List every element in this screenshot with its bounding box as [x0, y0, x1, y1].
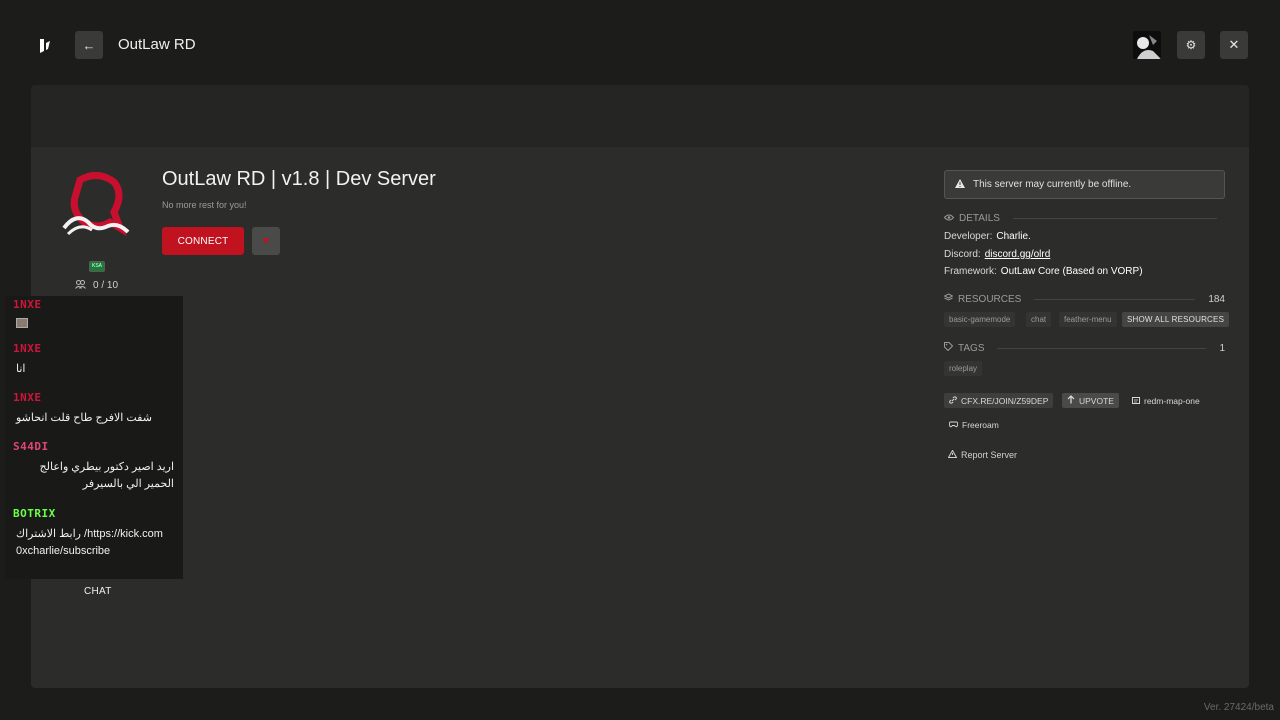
resources-heading-label: RESOURCES [958, 293, 1022, 305]
details-heading: DETAILS [943, 213, 1225, 224]
developer-label: Developer: [944, 231, 993, 242]
version-text: Ver. 27424/beta [1203, 702, 1274, 713]
chat-label: CHAT [84, 586, 112, 597]
tags-heading-label: TAGS [958, 342, 985, 354]
developer-value: Charlie. [996, 231, 1031, 242]
show-all-resources-button[interactable]: SHOW ALL RESOURCES [1122, 312, 1230, 327]
discord-label: Discord: [944, 249, 981, 260]
tag-chip[interactable]: roleplay [944, 361, 983, 376]
chat-message: انا [16, 363, 26, 375]
back-arrow-icon: ← [82, 37, 96, 53]
chat-message: اريد اصير دكتور بيطري واعالج الحمير الي … [39, 461, 174, 490]
chat-username: 1NXE [13, 342, 42, 355]
divider [997, 347, 1207, 349]
resources-heading: RESOURCES 184 [943, 293, 1225, 305]
gametype-chip: Freeroam [944, 417, 1004, 432]
chat-username: 1NXE [13, 298, 42, 311]
discord-link[interactable]: discord.gg/olrd [985, 249, 1051, 260]
favorite-button[interactable]: ♥ [252, 227, 280, 255]
chat-message: شفت الافرج طاح قلت انحاشو [16, 412, 152, 424]
upvote-label: UPVOTE [1079, 395, 1114, 406]
layers-icon [943, 293, 954, 305]
resource-chip: feather-menu [1059, 312, 1117, 327]
map-label: redm-map-one [1144, 395, 1200, 406]
warning-icon [947, 449, 958, 460]
framework-label: Framework: [944, 266, 997, 277]
map-icon [1132, 396, 1140, 406]
chat-username: BOTRIX [13, 507, 56, 520]
server-banner [31, 85, 1249, 147]
player-count-value: 0 / 10 [93, 280, 119, 291]
back-button[interactable]: ← [75, 31, 103, 59]
framework-row: Framework: OutLaw Core (Based on VORP) [944, 266, 1143, 277]
tag-icon [944, 342, 954, 354]
report-server-label: Report Server [961, 450, 1018, 460]
users-icon [75, 280, 86, 291]
settings-button[interactable]: ⚙ [1177, 31, 1205, 59]
offline-text: This server may currently be offline. [973, 179, 1132, 190]
discord-row: Discord: discord.gg/olrd [944, 249, 1050, 260]
chat-emote-image [16, 318, 28, 328]
resources-count: 184 [1208, 293, 1225, 305]
eye-icon [943, 213, 955, 224]
offline-warning: This server may currently be offline. [944, 170, 1225, 199]
server-logo [58, 172, 138, 242]
link-icon [949, 395, 957, 406]
gear-icon: ⚙ [1185, 38, 1197, 52]
map-chip: redm-map-one [1127, 393, 1205, 408]
gamepad-icon [948, 420, 959, 430]
connect-button[interactable]: CONNECT [162, 227, 244, 255]
heart-icon: ♥ [262, 235, 270, 247]
server-description: No more rest for you! [162, 200, 247, 210]
upvote-button[interactable]: UPVOTE [1062, 393, 1119, 408]
arrow-up-icon [1067, 395, 1075, 406]
developer-row: Developer: Charlie. [944, 231, 1031, 242]
divider [1012, 218, 1217, 219]
avatar[interactable] [1133, 31, 1161, 59]
country-flag-icon: KSA [89, 261, 105, 272]
warning-icon [955, 178, 965, 191]
divider [1034, 298, 1196, 300]
page-title: OutLaw RD [118, 36, 196, 53]
chat-username: 1NXE [13, 391, 42, 404]
chat-message: رابط الاشتراك /https://kick.com 0xcharli… [16, 528, 163, 557]
details-heading-label: DETAILS [959, 213, 1000, 224]
join-url-label: CFX.RE/JOIN/Z59DEP [961, 395, 1049, 406]
chat-username: S44DI [13, 440, 49, 453]
top-bar: ← OutLaw RD ⚙ ✕ [0, 0, 1280, 90]
resource-chip: basic-gamemode [944, 312, 1016, 327]
player-count: 0 / 10 [75, 280, 118, 291]
close-button[interactable]: ✕ [1220, 31, 1248, 59]
close-icon: ✕ [1228, 37, 1240, 52]
server-name: OutLaw RD | v1.8 | Dev Server [162, 168, 436, 190]
tags-count: 1 [1219, 342, 1225, 354]
resource-chip: chat [1026, 312, 1052, 327]
join-url-chip[interactable]: CFX.RE/JOIN/Z59DEP [944, 393, 1054, 408]
gametype-label: Freeroam [962, 419, 999, 430]
report-server-link[interactable]: Report Server [947, 449, 1018, 460]
framework-value: OutLaw Core (Based on VORP) [1000, 266, 1143, 277]
tags-heading: TAGS 1 [944, 342, 1225, 354]
app-logo-icon[interactable] [38, 37, 52, 55]
